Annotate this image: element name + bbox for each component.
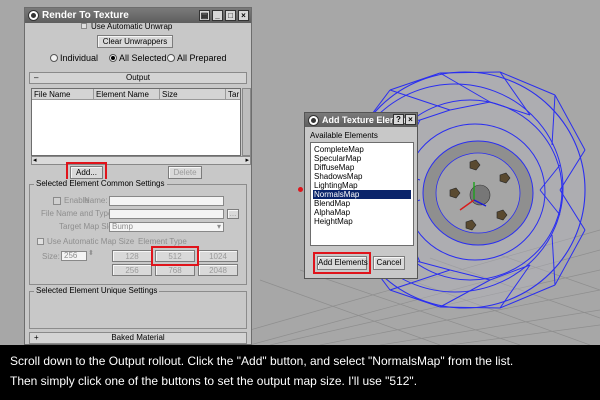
common-settings-title: Selected Element Common Settings bbox=[34, 179, 167, 189]
individual-label: Individual bbox=[60, 53, 99, 63]
individual-radio[interactable] bbox=[50, 54, 58, 62]
ate-titlebar[interactable]: Add Texture Element ? × bbox=[305, 113, 417, 127]
size-128-button[interactable]: 128 bbox=[112, 250, 152, 262]
rtt-vertical-scrollbar[interactable] bbox=[242, 88, 251, 156]
baked-material-rollout-header[interactable]: + Baked Material bbox=[29, 332, 247, 344]
list-item[interactable]: AlphaMap bbox=[313, 208, 411, 217]
tutorial-caption: Scroll down to the Output rollout. Click… bbox=[0, 345, 600, 400]
close-button[interactable]: × bbox=[405, 114, 416, 125]
help-button[interactable]: ? bbox=[393, 114, 404, 125]
list-item[interactable]: LightingMap bbox=[313, 181, 411, 190]
table-header: File Name Element Name Size Tar bbox=[32, 89, 240, 100]
scroll-left-icon[interactable]: ◂ bbox=[33, 157, 37, 164]
enable-checkbox[interactable] bbox=[53, 197, 61, 205]
dropdown-arrow-icon: ▾ bbox=[216, 222, 221, 231]
baked-material-rollout-label: Baked Material bbox=[111, 333, 165, 342]
all-selected-radio[interactable] bbox=[109, 54, 117, 62]
add-elements-highlight bbox=[313, 252, 371, 274]
use-automatic-map-size-label: Use Automatic Map Size bbox=[47, 237, 135, 246]
clear-unwrappers-button[interactable]: Clear Unwrappers bbox=[97, 35, 173, 48]
available-elements-label: Available Elements bbox=[310, 131, 378, 140]
render-to-texture-window: Render To Texture ▤ _ □ × Use Automatic … bbox=[24, 7, 252, 345]
add-texture-element-dialog: Add Texture Element ? × Available Elemen… bbox=[304, 112, 418, 279]
list-item[interactable]: ShadowsMap bbox=[313, 172, 411, 181]
all-selected-label: All Selected bbox=[119, 53, 167, 63]
name-field[interactable] bbox=[109, 196, 224, 206]
size-1024-button[interactable]: 1024 bbox=[198, 250, 238, 262]
cancel-button[interactable]: Cancel bbox=[373, 256, 405, 270]
output-elements-table[interactable]: File Name Element Name Size Tar bbox=[31, 88, 241, 156]
table-horizontal-scrollbar[interactable]: ◂ ▸ bbox=[31, 156, 251, 165]
column-target[interactable]: Tar bbox=[226, 89, 242, 100]
size-label: Size: bbox=[42, 252, 60, 261]
size-input[interactable]: 256 bbox=[61, 251, 87, 261]
target-map-slot-value: Bump bbox=[112, 222, 133, 231]
available-elements-list[interactable]: CompleteMap SpecularMap DiffuseMap Shado… bbox=[310, 142, 414, 246]
list-item[interactable]: DiffuseMap bbox=[313, 163, 411, 172]
column-element-name[interactable]: Element Name bbox=[94, 89, 160, 100]
expand-icon: + bbox=[34, 333, 39, 342]
all-prepared-label: All Prepared bbox=[177, 53, 227, 63]
output-rollout-label: Output bbox=[125, 73, 150, 82]
close-button[interactable]: × bbox=[238, 10, 249, 21]
list-item[interactable]: SpecularMap bbox=[313, 154, 411, 163]
unique-settings-group bbox=[29, 291, 247, 329]
list-item[interactable]: BlendMap bbox=[313, 199, 411, 208]
delete-button[interactable]: Delete bbox=[168, 166, 202, 179]
name-label: Name: bbox=[84, 196, 108, 205]
list-item[interactable]: HeightMap bbox=[313, 217, 411, 226]
output-rollout-header[interactable]: – Output bbox=[29, 72, 247, 84]
column-file-name[interactable]: File Name bbox=[32, 89, 94, 100]
size-spinner-icon[interactable]: ⬍ bbox=[88, 249, 94, 257]
size-256-button[interactable]: 256 bbox=[112, 264, 152, 276]
rtt-title: Render To Texture bbox=[42, 10, 129, 21]
list-item[interactable]: CompleteMap bbox=[313, 145, 411, 154]
file-name-field[interactable] bbox=[109, 209, 224, 219]
unique-settings-title: Selected Element Unique Settings bbox=[34, 286, 160, 296]
window-menu-icon[interactable]: ▤ bbox=[199, 10, 210, 21]
all-prepared-radio[interactable] bbox=[167, 54, 175, 62]
max-logo-icon bbox=[28, 10, 39, 21]
scroll-right-icon[interactable]: ▸ bbox=[245, 157, 249, 164]
size-value: 256 bbox=[64, 251, 78, 260]
use-automatic-unwrap-label: Use Automatic Unwrap bbox=[91, 22, 173, 31]
caption-line-1: Scroll down to the Output rollout. Click… bbox=[10, 354, 514, 368]
max-logo-icon bbox=[308, 115, 319, 126]
file-browse-button[interactable]: ... bbox=[227, 209, 239, 219]
collapse-icon: – bbox=[34, 73, 39, 82]
column-size[interactable]: Size bbox=[160, 89, 226, 100]
list-item-selected[interactable]: NormalsMap bbox=[313, 190, 411, 199]
caption-line-2: Then simply click one of the buttons to … bbox=[10, 374, 418, 388]
use-automatic-map-size-checkbox[interactable] bbox=[37, 238, 44, 245]
normalsmap-pointer-dot bbox=[298, 187, 303, 192]
target-map-slot-select[interactable]: Bump ▾ bbox=[109, 222, 224, 232]
use-automatic-unwrap-checkbox[interactable] bbox=[81, 23, 87, 29]
minimize-button[interactable]: _ bbox=[212, 10, 223, 21]
file-name-label: File Name and Type: bbox=[41, 209, 115, 218]
rtt-titlebar[interactable]: Render To Texture ▤ _ □ × bbox=[25, 8, 251, 23]
size-2048-button[interactable]: 2048 bbox=[198, 264, 238, 276]
size-512-highlight bbox=[151, 246, 199, 266]
maximize-button[interactable]: □ bbox=[225, 10, 236, 21]
element-type-label: Element Type bbox=[138, 237, 187, 246]
